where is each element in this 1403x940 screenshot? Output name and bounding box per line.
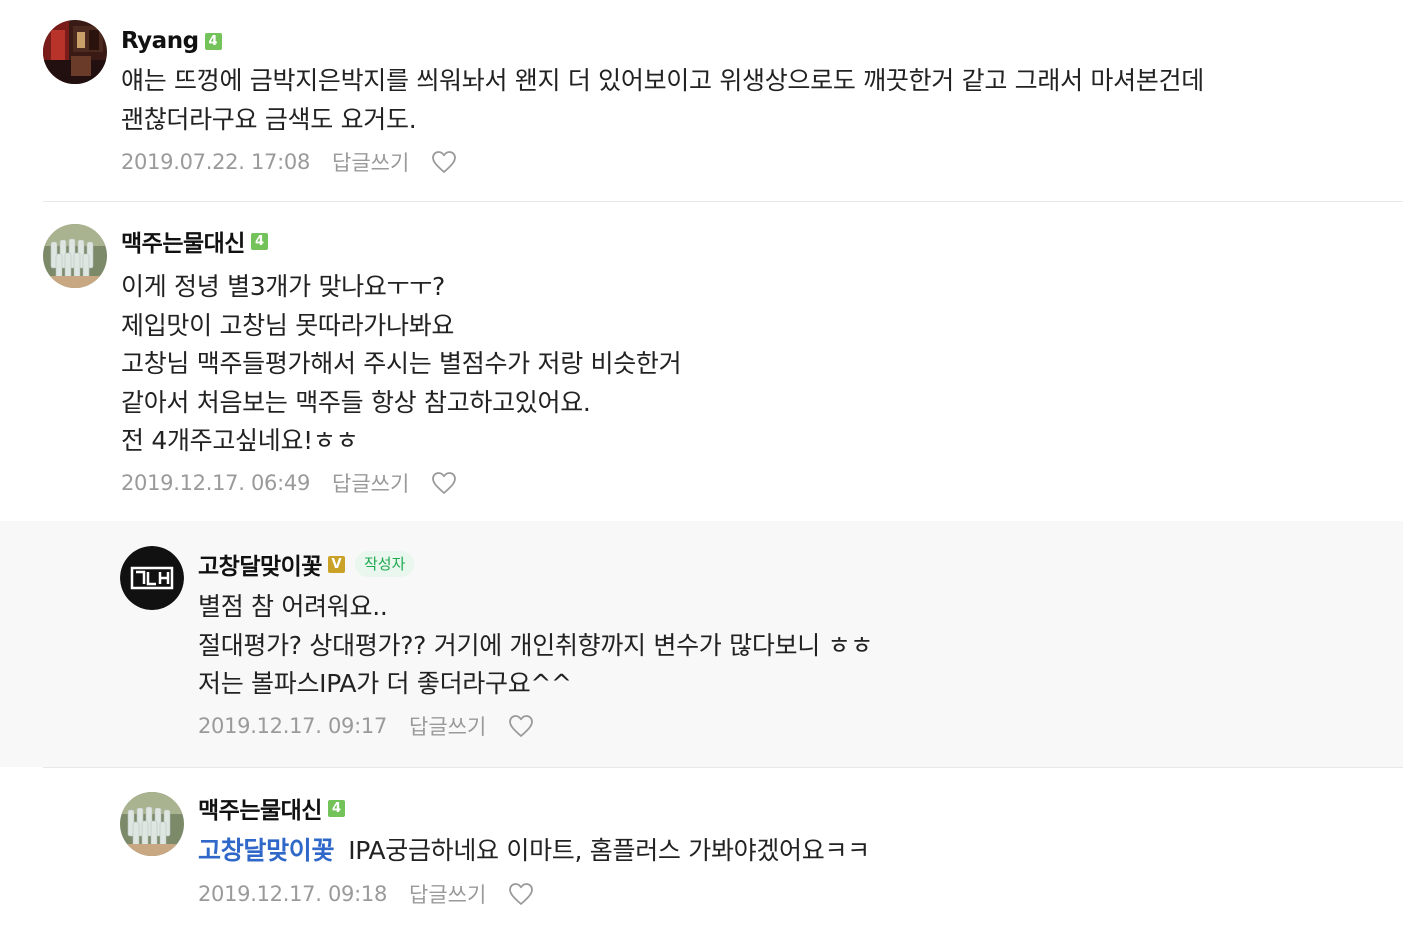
reply-button[interactable]: 답글쓰기 bbox=[332, 147, 409, 177]
level-badge: 4 bbox=[204, 32, 222, 50]
comment-date: 2019.12.17. 09:17 bbox=[198, 714, 388, 738]
comment-line: 괜찮더라구요 금색도 요거도. bbox=[121, 104, 417, 134]
heart-outline-icon[interactable] bbox=[508, 714, 534, 738]
reply-item: 고창달맞이꽃 V 작성자 별점 참 어려워요.. 절대평가? 상대평가?? 거기… bbox=[0, 521, 1403, 767]
mention-link[interactable]: 고창달맞이꽃 bbox=[198, 836, 335, 865]
level-badge: 4 bbox=[327, 799, 345, 817]
avatar[interactable] bbox=[120, 546, 184, 610]
comment-text: 별점 참 어려워요.. 절대평가? 상대평가?? 거기에 개인취향까지 변수가 … bbox=[198, 588, 873, 704]
comment-line: 이게 정녕 별3개가 맞나요ㅜㅜ? bbox=[121, 272, 445, 301]
comment-line: 제입맛이 고창님 못따라가나봐요 bbox=[121, 310, 455, 340]
nickname[interactable]: 맥주는물대신 bbox=[121, 224, 245, 258]
level-badge: 4 bbox=[250, 232, 268, 250]
avatar[interactable] bbox=[43, 224, 107, 288]
nickname[interactable]: 맥주는물대신 bbox=[198, 791, 322, 825]
avatar[interactable] bbox=[43, 20, 107, 84]
comment-line-text: IPA궁금하네요 이마트, 홈플러스 가봐야겠어요ㅋㅋ bbox=[348, 836, 870, 865]
comment-line: 고창달맞이꽃 IPA궁금하네요 이마트, 홈플러스 가봐야겠어요ㅋㅋ bbox=[198, 832, 870, 871]
nickname[interactable]: Ryang bbox=[121, 28, 199, 54]
heart-outline-icon[interactable] bbox=[431, 150, 457, 174]
reply-item: 맥주는물대신 4 고창달맞이꽃 IPA궁금하네요 이마트, 홈플러스 가봐야겠어요… bbox=[0, 768, 1403, 940]
avatar[interactable] bbox=[120, 792, 184, 856]
heart-outline-icon[interactable] bbox=[508, 882, 534, 906]
comment-line: 전 4개주고싶네요!ㅎㅎ bbox=[121, 426, 359, 455]
avatar-photo bbox=[43, 224, 107, 288]
comment-text: 고창달맞이꽃 IPA궁금하네요 이마트, 홈플러스 가봐야겠어요ㅋㅋ bbox=[198, 832, 870, 871]
reply-button[interactable]: 답글쓰기 bbox=[409, 879, 486, 909]
comment-line: 저는 볼파스IPA가 더 좋더라구요^^ bbox=[198, 669, 572, 698]
comment-text: 얘는 뜨껑에 금박지은박지를 씌워놔서 왠지 더 있어보이고 위생상으로도 깨끗… bbox=[121, 62, 1204, 139]
comment-line: 고창님 맥주들평가해서 주시는 별점수가 저랑 비슷한거 bbox=[121, 349, 682, 378]
comment-date: 2019.07.22. 17:08 bbox=[121, 150, 311, 174]
author-tag: 작성자 bbox=[354, 551, 415, 577]
verified-badge: V bbox=[327, 555, 345, 573]
nickname[interactable]: 고창달맞이꽃 bbox=[198, 547, 322, 581]
comment-date: 2019.12.17. 06:49 bbox=[121, 471, 311, 495]
comment-line: 별점 참 어려워요.. bbox=[198, 592, 388, 621]
comment-item: Ryang 4 얘는 뜨껑에 금박지은박지를 씌워놔서 왠지 더 있어보이고 위… bbox=[0, 0, 1403, 201]
comment-text: 이게 정녕 별3개가 맞나요ㅜㅜ? 제입맛이 고창님 못따라가나봐요 고창님 맥… bbox=[121, 268, 682, 461]
reply-button[interactable]: 답글쓰기 bbox=[332, 468, 409, 498]
comment-line: 얘는 뜨껑에 금박지은박지를 씌워놔서 왠지 더 있어보이고 위생상으로도 깨끗… bbox=[121, 66, 1204, 95]
avatar-photo bbox=[120, 792, 184, 856]
author-logo-avatar bbox=[120, 546, 184, 610]
comment-line: 같아서 처음보는 맥주들 항상 참고하고있어요. bbox=[121, 387, 591, 417]
comment-date: 2019.12.17. 09:18 bbox=[198, 882, 388, 906]
comment-line: 절대평가? 상대평가?? 거기에 개인취향까지 변수가 많다보니 ㅎㅎ bbox=[198, 630, 873, 660]
reply-button[interactable]: 답글쓰기 bbox=[409, 711, 486, 741]
comment-item: 맥주는물대신 4 이게 정녕 별3개가 맞나요ㅜㅜ? 제입맛이 고창님 못따라가… bbox=[0, 202, 1403, 520]
avatar-photo bbox=[43, 20, 107, 84]
heart-outline-icon[interactable] bbox=[431, 471, 457, 495]
